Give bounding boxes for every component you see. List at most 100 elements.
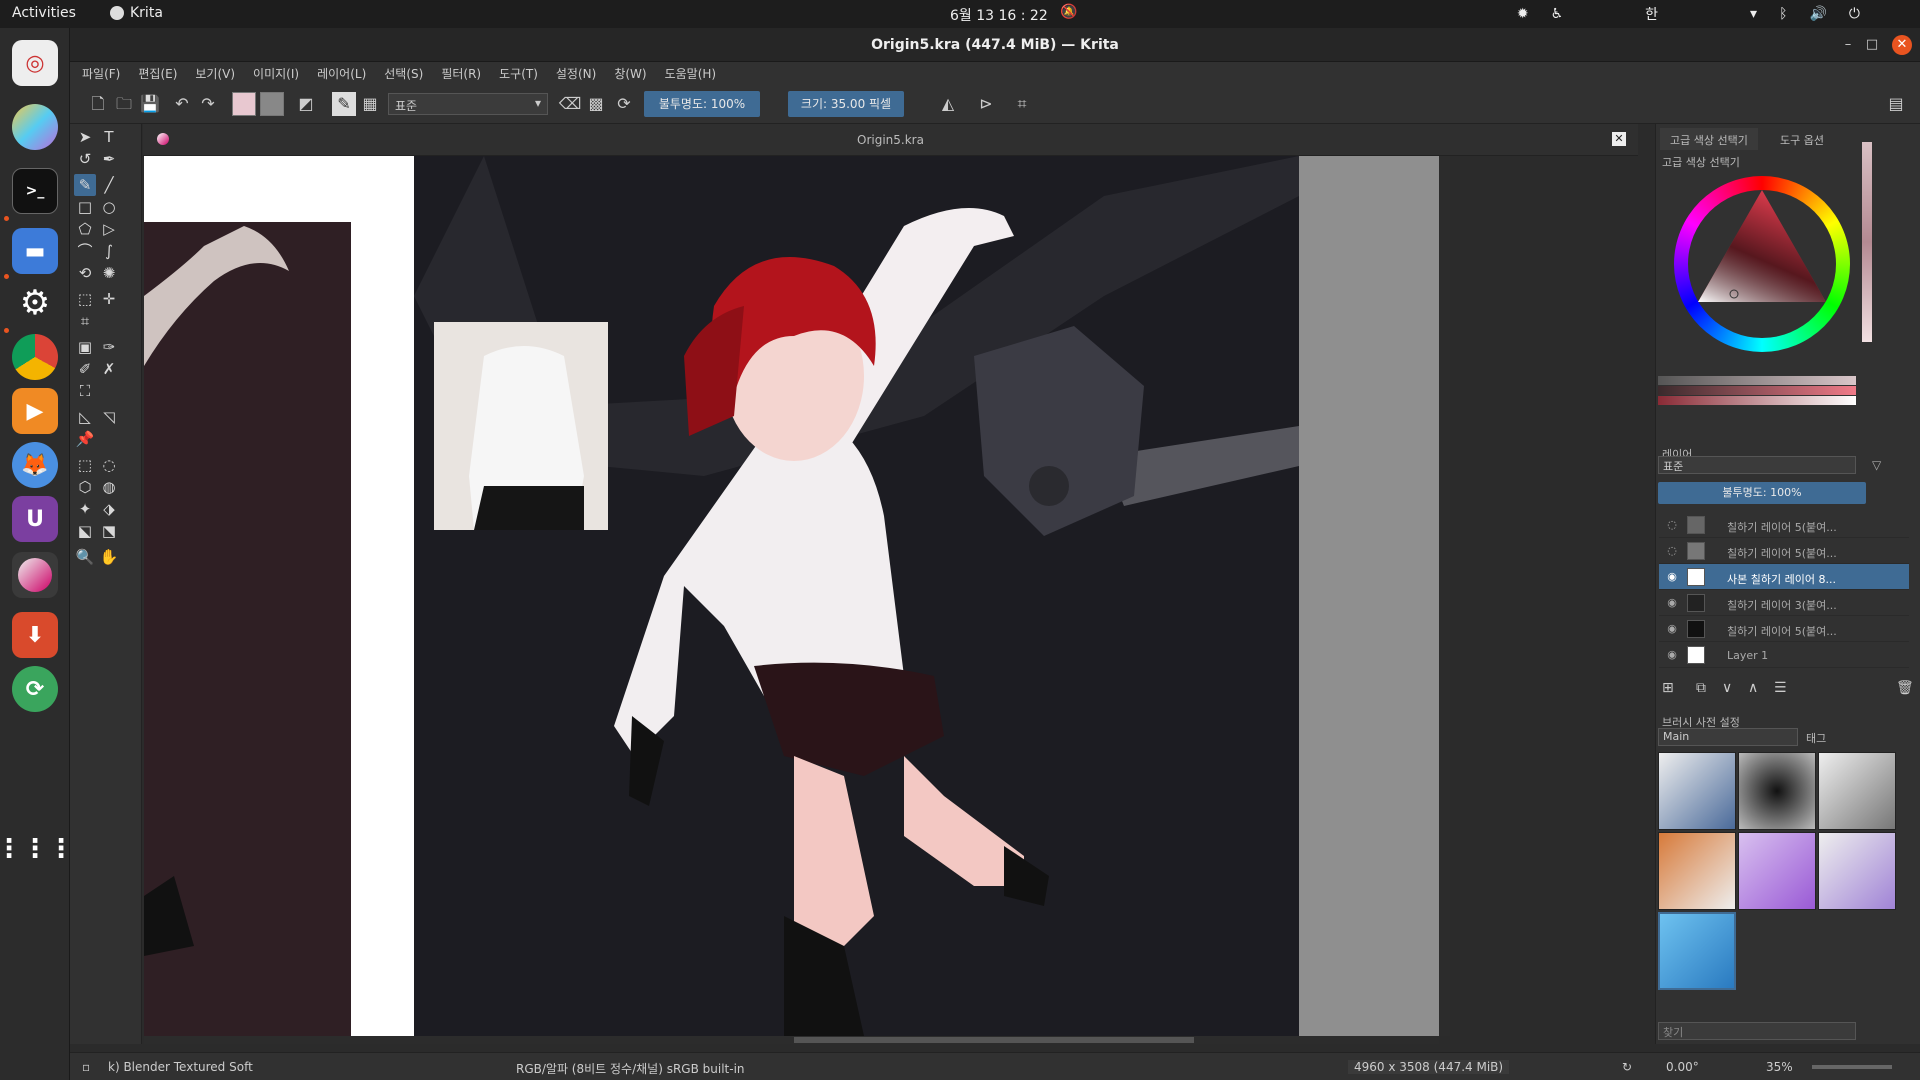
menu-view[interactable]: 보기(V) [195,65,235,82]
minimize-icon[interactable]: – [1838,35,1858,55]
menu-help[interactable]: 도움말(H) [665,65,717,82]
app-menu[interactable]: Krita [110,5,163,21]
menu-select[interactable]: 선택(S) [384,65,423,82]
undo-icon[interactable]: ↶ [170,92,194,116]
color-picker-icon[interactable]: ✹ [1517,6,1529,22]
move-tool-icon[interactable]: ✛ [98,288,120,310]
colorize-mask-icon[interactable]: ✐ [74,358,96,380]
layer-opacity-slider[interactable]: 불투명도: 100% [1658,482,1866,504]
transform-tool-icon[interactable]: ⬚ [74,288,96,310]
wrap-around-icon[interactable]: ⌗ [1010,92,1034,116]
tab-tool-options[interactable]: 도구 옵션 [1770,128,1834,150]
toolbar-menu-icon[interactable]: ▤ [1884,92,1908,116]
power-icon[interactable]: ⏻ [1849,6,1860,22]
vertical-scrollbar[interactable] [1440,156,1450,1036]
alpha-lock-icon[interactable]: ▩ [584,92,608,116]
ellipse-tool-icon[interactable]: ○ [98,196,120,218]
lightness-slider[interactable] [1658,396,1856,405]
mirror-horizontal-icon[interactable]: ◭ [936,92,960,116]
clock[interactable]: 6월 13 16 : 22 [950,5,1048,25]
pencil-preset[interactable] [1818,752,1896,830]
gradient-swatch[interactable] [232,92,256,116]
saturation-slider[interactable] [1658,386,1856,395]
filter-icon[interactable]: ▽ [1872,458,1881,472]
polygon-tool-icon[interactable]: ⬠ [74,218,96,240]
horizontal-scrollbar[interactable] [144,1036,1439,1044]
accessibility-icon[interactable]: ♿ [1551,6,1564,22]
visibility-off-icon[interactable]: ◌ [1665,518,1679,532]
freehand-brush-icon[interactable]: ✎ [74,174,96,196]
redo-icon[interactable]: ↷ [196,92,220,116]
rect-select-icon[interactable]: ⬚ [74,454,96,476]
airbrush-preset[interactable] [1738,752,1816,830]
move-up-icon[interactable]: ∧ [1748,680,1758,696]
zoom-tool-icon[interactable]: 🔍 [74,546,96,568]
rotation-value[interactable]: 0.00° [1666,1060,1699,1074]
fg-bg-color-icon[interactable]: ◩ [294,92,318,116]
fox-app-icon[interactable]: 🦊 [12,442,58,488]
line-tool-icon[interactable]: ╱ [98,174,120,196]
menu-filter[interactable]: 필터(R) [441,65,481,82]
u-app-icon[interactable]: U [12,496,58,542]
activities-button[interactable]: Activities [12,5,76,21]
zoom-value[interactable]: 35% [1766,1060,1793,1074]
bluetooth-icon[interactable]: ᛒ [1779,6,1787,22]
pan-tool-icon[interactable]: ✋ [98,546,120,568]
menu-layer[interactable]: 레이어(L) [317,65,366,82]
similar-select-icon[interactable]: ⬗ [98,498,120,520]
layer-blend-select[interactable]: 표준 [1658,456,1856,474]
freehand-select-icon[interactable]: ◍ [98,476,120,498]
menu-edit[interactable]: 편집(E) [138,65,177,82]
input-method[interactable]: 한 [1645,4,1658,24]
pattern-swatch[interactable] [260,92,284,116]
delete-layer-icon[interactable]: 🗑 [1896,680,1914,696]
layer-row-selected[interactable]: ◉ 사본 칠하기 레이어 8... [1659,564,1909,590]
color-history-strip[interactable] [1862,142,1872,342]
document-tab[interactable]: Origin5.kra ✕ [143,124,1638,156]
value-slider[interactable] [1658,376,1856,385]
close-window-icon[interactable]: ✕ [1892,35,1912,55]
ink-brush-preset[interactable] [1658,832,1736,910]
reload-preset-icon[interactable]: ⟳ [612,92,636,116]
update-icon[interactable]: ⟳ [12,666,58,712]
close-document-icon[interactable]: ✕ [1612,132,1626,146]
bezier-select-icon[interactable]: ⬕ [74,520,96,542]
menu-settings[interactable]: 설정(N) [556,65,596,82]
layer-row[interactable]: ◉ 칠하기 레이어 3(붙여... [1659,590,1909,616]
blend-brush-preset[interactable] [1818,832,1896,910]
notifications-muted-icon[interactable]: 🔕 [1060,4,1077,20]
save-icon[interactable]: 💾 [138,92,162,116]
color-app-icon[interactable] [12,104,58,150]
smart-patch-icon[interactable]: ✗ [98,358,120,380]
assistant-tool-icon[interactable]: ◺ [74,406,96,428]
menu-window[interactable]: 창(W) [614,65,646,82]
maximize-icon[interactable]: □ [1862,35,1882,55]
wet-brush-preset[interactable] [1738,832,1816,910]
layer-row[interactable]: ◉ 칠하기 레이어 5(붙여... [1659,616,1909,642]
brush-preset-icon[interactable]: ▫ [82,1060,90,1074]
measure-tool-icon[interactable]: ◹ [98,406,120,428]
menu-image[interactable]: 이미지(I) [253,65,299,82]
reference-tool-icon[interactable]: 📌 [74,428,96,450]
zoom-slider[interactable] [1812,1065,1892,1069]
eraser-preset[interactable] [1658,752,1736,830]
eraser-mode-icon[interactable]: ⌫ [558,92,582,116]
layer-row[interactable]: ◌ 칠하기 레이어 5(붙여... [1659,538,1909,564]
rotate-icon[interactable]: ↻ [1622,1060,1632,1074]
files-icon[interactable]: ▬ [12,228,58,274]
visibility-icon[interactable]: ◉ [1665,622,1679,636]
wifi-icon[interactable]: ▾ [1750,6,1757,22]
color-space[interactable]: RGB/알파 (8비트 정수/채널) sRGB built-in [516,1060,745,1077]
layer-row[interactable]: ◌ 칠하기 레이어 5(붙여... [1659,512,1909,538]
settings-icon[interactable]: ⚙ [12,280,58,326]
brush-preset-icon[interactable]: ✎ [332,92,356,116]
visibility-icon[interactable]: ◉ [1665,596,1679,610]
canvas[interactable] [144,156,1439,1036]
gradient-tool-icon[interactable]: ▣ [74,336,96,358]
calligraphy-icon[interactable]: ✒ [98,148,120,170]
menu-file[interactable]: 파일(F) [82,65,120,82]
move-down-icon[interactable]: ∨ [1722,680,1732,696]
layer-row[interactable]: ◉ Layer 1 [1659,642,1909,668]
dynamic-brush-icon[interactable]: ⟲ [74,262,96,284]
tab-color-selector[interactable]: 고급 색상 선택기 [1660,128,1758,150]
